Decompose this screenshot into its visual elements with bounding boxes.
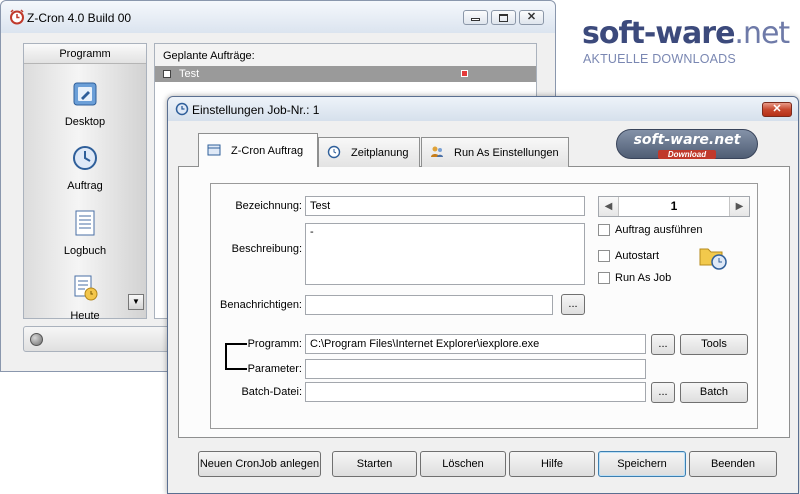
sidebar-item-label: Auftrag — [67, 180, 103, 192]
maximize-icon — [499, 13, 508, 22]
watermark-logo-main: soft-ware — [582, 16, 735, 51]
checkbox-box[interactable] — [598, 272, 610, 284]
checkbox-label: Run As Job — [615, 272, 672, 284]
next-job-button[interactable]: ▶ — [729, 197, 749, 216]
batch-datei-input[interactable] — [305, 382, 646, 402]
beschreibung-label: Beschreibung: — [231, 243, 302, 255]
dialog-clock-icon — [175, 102, 189, 116]
bezeichnung-label: Bezeichnung: — [235, 200, 302, 212]
sidebar-item-label: Desktop — [64, 116, 106, 128]
tab-zeitplanung[interactable]: Zeitplanung — [318, 137, 420, 167]
sidebar-item-label: Logbuch — [63, 245, 107, 257]
minimize-icon — [471, 18, 480, 21]
job-number-spinner: ◀ 1 ▶ — [598, 196, 750, 217]
job-name: Test — [179, 68, 200, 80]
maximize-button[interactable] — [491, 10, 516, 25]
bezeichnung-input[interactable]: Test — [305, 196, 585, 216]
job-checkbox[interactable] — [163, 70, 171, 78]
programm-browse-button[interactable]: ... — [651, 334, 675, 355]
benachrichtigen-input[interactable] — [305, 295, 553, 315]
tab-zcron-auftrag[interactable]: Z-Cron Auftrag — [198, 133, 318, 167]
parameter-label: Parameter: — [247, 363, 302, 375]
checkbox-box[interactable] — [598, 250, 610, 262]
batch-browse-button[interactable]: ... — [651, 382, 675, 403]
tab-label: Z-Cron Auftrag — [231, 145, 304, 157]
folder-clock-icon[interactable] — [698, 243, 728, 271]
auftrag-ausfuehren-checkbox[interactable]: Auftrag ausführen — [598, 224, 748, 238]
batch-button[interactable]: Batch — [680, 382, 748, 403]
brand-badge: soft-ware.net Download — [616, 129, 758, 159]
job-card-icon — [207, 144, 221, 156]
watermark-tagline: AKTUELLE DOWNLOADS — [583, 52, 736, 66]
autostart-checkbox[interactable]: Autostart — [598, 250, 698, 264]
main-window-title: Z-Cron 4.0 Build 00 — [27, 11, 132, 25]
job-status-indicator — [461, 70, 468, 77]
watermark-logo-tld: .net — [734, 16, 790, 51]
status-led-icon — [30, 333, 43, 346]
checkbox-label: Auftrag ausführen — [615, 224, 703, 236]
delete-button[interactable]: Löschen — [420, 451, 506, 477]
close-icon: ✕ — [772, 103, 782, 115]
sidebar-header: Programm — [24, 44, 146, 64]
sidebar-item-auftrag[interactable]: Auftrag — [24, 144, 146, 192]
sidebar-item-label: Heute — [70, 310, 100, 322]
tools-button[interactable]: Tools — [680, 334, 748, 355]
clock-icon — [73, 146, 97, 170]
prev-job-button[interactable]: ◀ — [599, 197, 619, 216]
settings-dialog: Einstellungen Job-Nr.: 1 ✕ soft-ware.net… — [167, 96, 799, 494]
start-button[interactable]: Starten — [332, 451, 417, 477]
checkbox-box[interactable] — [598, 224, 610, 236]
desktop-icon — [73, 82, 97, 106]
new-cronjob-button[interactable]: Neuen CronJob anlegen — [198, 451, 321, 477]
job-number-value: 1 — [670, 199, 678, 213]
main-titlebar[interactable]: Z-Cron 4.0 Build 00 ✕ — [1, 1, 555, 33]
programm-label: Programm: — [247, 338, 302, 350]
close-button[interactable]: ✕ — [519, 10, 544, 25]
job-row[interactable]: Test — [155, 66, 536, 82]
tab-label: Run As Einstellungen — [454, 147, 559, 159]
quit-button[interactable]: Beenden — [689, 451, 777, 477]
app-clock-icon — [10, 9, 24, 25]
batch-datei-label: Batch-Datei: — [241, 386, 302, 398]
programm-input[interactable]: C:\Program Files\Internet Explorer\iexpl… — [305, 334, 646, 354]
checkbox-label: Autostart — [615, 250, 660, 262]
job-list-header: Geplante Aufträge: — [155, 44, 536, 66]
tab-label: Zeitplanung — [351, 147, 409, 159]
sidebar-item-desktop[interactable]: Desktop — [24, 80, 146, 128]
brand-sub: Download — [657, 150, 717, 159]
benachrichtigen-label: Benachrichtigen: — [220, 299, 302, 311]
sidebar: Programm Desktop Auftrag Logbuch Heute ▼ — [23, 43, 147, 322]
benachrichtigen-browse-button[interactable]: ... — [561, 294, 585, 315]
sidebar-scroll-down-button[interactable]: ▼ — [128, 294, 144, 310]
close-icon: ✕ — [526, 11, 537, 23]
clock-icon — [327, 145, 341, 159]
dialog-title: Einstellungen Job-Nr.: 1 — [192, 103, 320, 117]
dialog-titlebar[interactable]: Einstellungen Job-Nr.: 1 ✕ — [168, 97, 798, 121]
beschreibung-textarea[interactable]: - — [305, 223, 585, 285]
tab-run-as[interactable]: Run As Einstellungen — [421, 137, 569, 167]
dialog-close-button[interactable]: ✕ — [762, 102, 792, 117]
users-icon — [431, 146, 443, 158]
help-button[interactable]: Hilfe — [509, 451, 595, 477]
brand-name: soft-ware.net — [633, 132, 741, 148]
sidebar-item-logbuch[interactable]: Logbuch — [24, 209, 146, 257]
save-button[interactable]: Speichern — [598, 451, 686, 477]
today-icon — [74, 275, 98, 301]
logbook-icon — [75, 210, 95, 236]
watermark-logo: soft-ware.net — [582, 16, 790, 51]
parameter-input[interactable] — [305, 359, 646, 379]
minimize-button[interactable] — [463, 10, 488, 25]
run-as-job-checkbox[interactable]: Run As Job — [598, 272, 698, 286]
